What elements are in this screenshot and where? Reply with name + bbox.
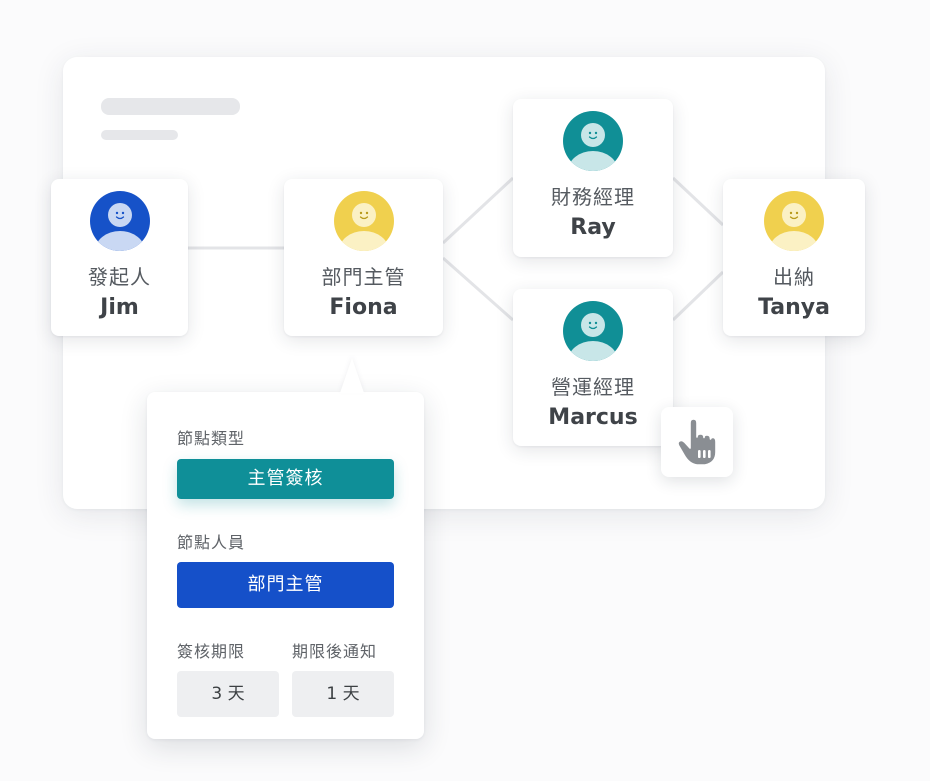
hand-pointer-icon bbox=[677, 418, 717, 466]
node-type-select[interactable]: 主管簽核 bbox=[177, 459, 394, 499]
node-initiator[interactable]: 發起人 Jim bbox=[51, 179, 188, 336]
node-role: 出納 bbox=[773, 265, 815, 289]
node-type-label: 節點類型 bbox=[177, 429, 246, 448]
notify-label: 期限後通知 bbox=[292, 642, 378, 661]
subtitle-placeholder bbox=[101, 130, 178, 140]
node-name: Tanya bbox=[758, 295, 830, 320]
node-members-select[interactable]: 部門主管 bbox=[177, 562, 394, 608]
node-ops-manager[interactable]: 營運經理 Marcus bbox=[513, 289, 673, 446]
popover-tail bbox=[340, 358, 364, 393]
avatar-icon bbox=[563, 111, 623, 171]
node-role: 營運經理 bbox=[551, 375, 635, 399]
deadline-label: 簽核期限 bbox=[177, 642, 246, 661]
node-dept-head[interactable]: 部門主管 Fiona bbox=[284, 179, 443, 336]
avatar-icon bbox=[563, 301, 623, 361]
node-finance-manager[interactable]: 財務經理 Ray bbox=[513, 99, 673, 257]
hand-pointer-button[interactable] bbox=[661, 407, 733, 477]
node-name: Marcus bbox=[548, 405, 638, 430]
avatar-icon bbox=[764, 191, 824, 251]
node-name: Fiona bbox=[329, 295, 398, 320]
title-placeholder bbox=[101, 98, 240, 115]
notify-field[interactable]: 1 天 bbox=[292, 671, 394, 717]
node-cashier[interactable]: 出納 Tanya bbox=[723, 179, 865, 336]
deadline-field[interactable]: 3 天 bbox=[177, 671, 279, 717]
node-role: 財務經理 bbox=[551, 185, 635, 209]
node-settings-popover: 節點類型 主管簽核 節點人員 部門主管 簽核期限 期限後通知 3 天 1 天 bbox=[147, 358, 424, 739]
avatar-icon bbox=[333, 191, 394, 251]
node-name: Jim bbox=[100, 295, 139, 320]
avatar-icon bbox=[89, 191, 150, 251]
node-members-label: 節點人員 bbox=[177, 533, 246, 552]
node-role: 發起人 bbox=[88, 265, 151, 289]
node-name: Ray bbox=[570, 215, 616, 240]
node-role: 部門主管 bbox=[321, 265, 406, 289]
